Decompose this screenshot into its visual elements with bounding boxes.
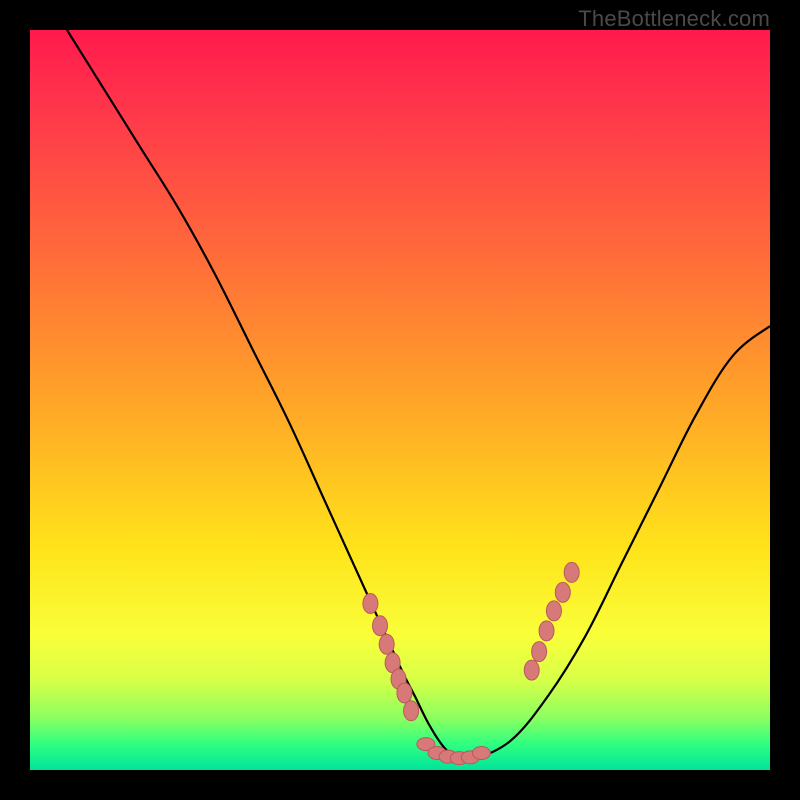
data-dot [546, 601, 561, 621]
data-dot [472, 746, 490, 759]
data-dot [555, 582, 570, 602]
data-dot [363, 594, 378, 614]
data-dot [539, 621, 554, 641]
data-dot [373, 616, 388, 636]
data-dot [564, 562, 579, 582]
data-dot [397, 683, 412, 703]
data-dot [404, 701, 419, 721]
chart-stage: TheBottleneck.com [0, 0, 800, 800]
bottleneck-curve [67, 30, 770, 761]
data-dot [524, 660, 539, 680]
data-dot [379, 634, 394, 654]
plot-area [30, 30, 770, 770]
watermark-text: TheBottleneck.com [578, 6, 770, 32]
data-dot [532, 642, 547, 662]
dot-cluster-left [363, 594, 419, 721]
chart-svg [30, 30, 770, 770]
dot-cluster-bottom [417, 738, 491, 765]
